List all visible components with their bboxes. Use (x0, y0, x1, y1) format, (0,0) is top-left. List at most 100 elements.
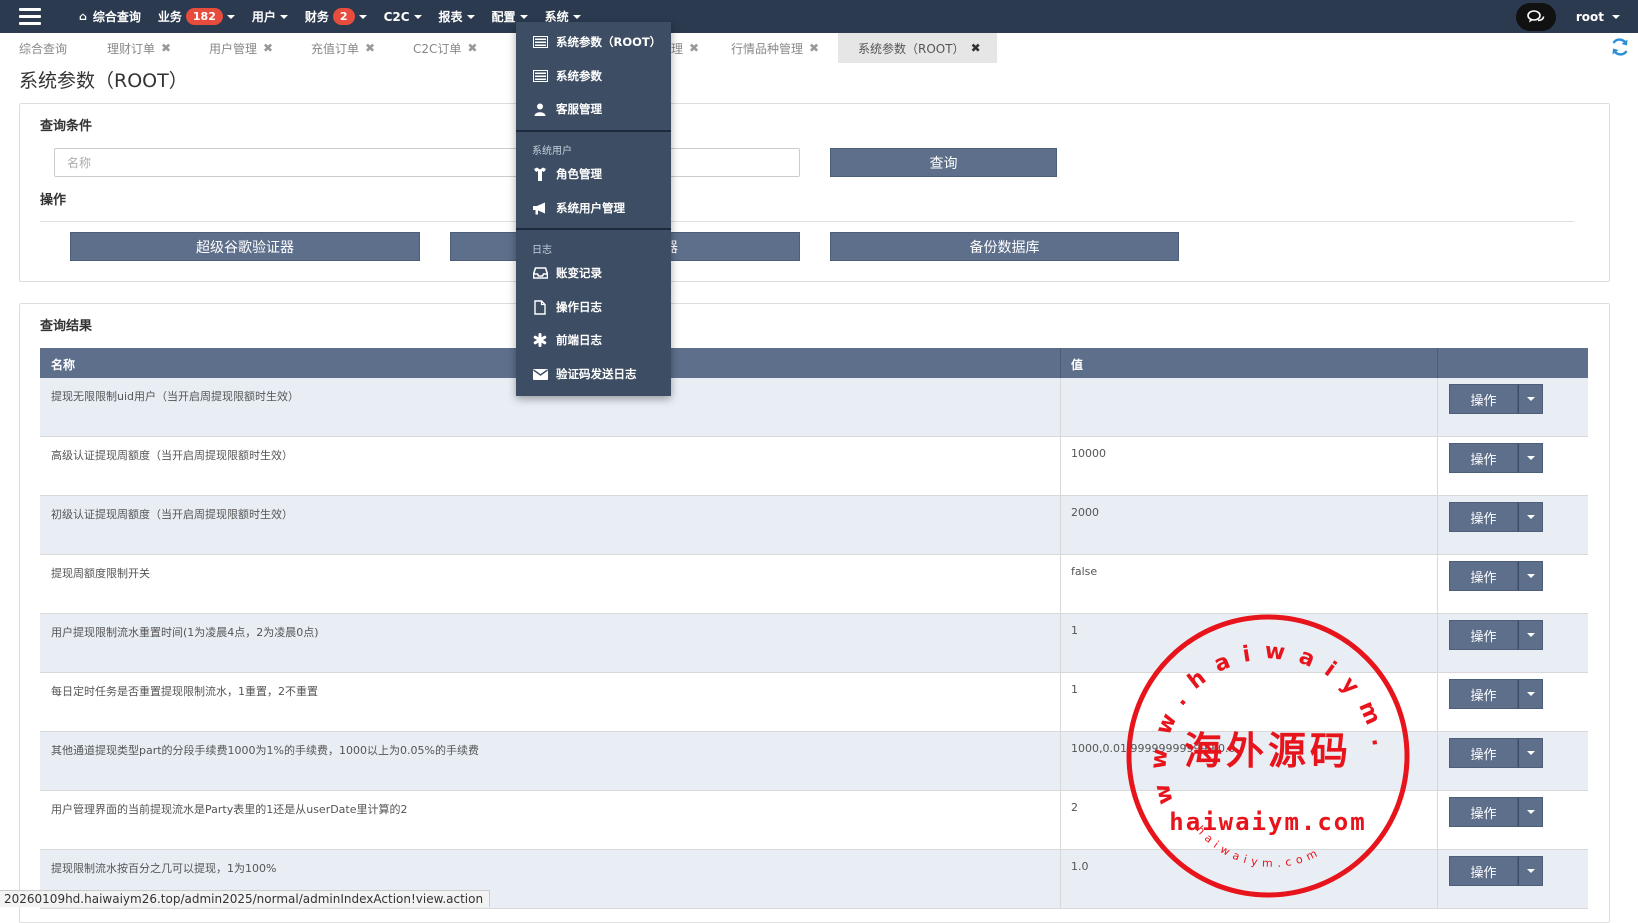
close-icon[interactable]: ✖ (161, 41, 171, 55)
menu-item-balance-changes[interactable]: 账变记录 (516, 258, 671, 288)
operation-button[interactable]: 操作 (1449, 502, 1518, 532)
page-title: 系统参数（ROOT） (19, 70, 188, 92)
param-value: 1 (1071, 624, 1078, 637)
chevron-down-icon (226, 14, 235, 19)
cell-divider (1437, 791, 1438, 850)
menu-item-customer-service[interactable]: 客服管理 (516, 94, 671, 124)
chevron-down-icon (1526, 692, 1535, 696)
operation-button[interactable]: 操作 (1449, 797, 1518, 827)
operation-dropdown-toggle[interactable] (1518, 384, 1543, 414)
backup-database-button[interactable]: 备份数据库 (830, 232, 1179, 261)
nav-item-users[interactable]: 用户 (252, 8, 288, 25)
tab-wealth-orders[interactable]: 理财订单 ✖ (107, 33, 171, 63)
hamburger-menu-icon[interactable] (19, 8, 41, 25)
operation-dropdown-toggle[interactable] (1518, 856, 1543, 886)
role-icon (532, 167, 548, 181)
cell-divider (1437, 732, 1438, 791)
operation-button[interactable]: 操作 (1449, 384, 1518, 414)
column-divider (1437, 348, 1438, 378)
param-value: 10000 (1071, 447, 1106, 460)
menu-item-verification-code-log[interactable]: 验证码发送日志 (516, 359, 671, 389)
nav-item-reports[interactable]: 报表 (439, 8, 475, 25)
table-row: 用户管理界面的当前提现流水是Party表里的1还是从userDate里计算的2 … (40, 791, 1588, 850)
close-icon[interactable]: ✖ (809, 41, 819, 55)
operation-button[interactable]: 操作 (1449, 561, 1518, 591)
refresh-icon[interactable] (1610, 37, 1630, 57)
cell-divider (1060, 378, 1061, 437)
close-icon[interactable]: ✖ (365, 41, 375, 55)
divider (40, 221, 1574, 222)
menu-item-system-params-root[interactable]: 系统参数（ROOT） (516, 27, 671, 57)
operation-split-button: 操作 (1449, 384, 1543, 414)
operation-dropdown-toggle[interactable] (1518, 561, 1543, 591)
nav-item-overview[interactable]: ⌂ 综合查询 (79, 8, 141, 25)
list-icon (532, 69, 548, 83)
menu-item-role-management[interactable]: 角色管理 (516, 159, 671, 189)
operation-button[interactable]: 操作 (1449, 856, 1518, 886)
menu-section-system-users: 系统用户 (532, 146, 572, 157)
operation-dropdown-toggle[interactable] (1518, 443, 1543, 473)
tab-c2c-orders[interactable]: C2C订单 ✖ (413, 33, 477, 63)
nav-item-finance[interactable]: 财务 2 (305, 8, 367, 25)
chevron-down-icon (466, 14, 475, 19)
nav-item-c2c[interactable]: C2C (384, 10, 422, 24)
cell-divider (1437, 673, 1438, 732)
cell-divider (1060, 673, 1061, 732)
operation-split-button: 操作 (1449, 443, 1543, 473)
table-body: 提现无限限制uid用户（当开启周提现限额时生效） 操作 高级认证提现周额度（当开… (40, 378, 1588, 909)
finance-count-badge: 2 (332, 8, 355, 25)
top-navbar: ⌂ 综合查询 业务 182 用户 财务 2 C2C 报表 配置 系统 root (0, 0, 1638, 33)
operation-button[interactable]: 操作 (1449, 738, 1518, 768)
cell-divider (1060, 555, 1061, 614)
close-icon[interactable]: ✖ (467, 41, 477, 55)
operation-split-button: 操作 (1449, 561, 1543, 591)
param-name: 其他通道提现类型part的分段手续费1000为1%的手续费，1000以上为0.0… (51, 744, 479, 757)
cell-divider (1060, 437, 1061, 496)
query-button[interactable]: 查询 (830, 148, 1057, 177)
user-menu[interactable]: root (1576, 10, 1620, 24)
operation-dropdown-toggle[interactable] (1518, 738, 1543, 768)
param-value: 2000 (1071, 506, 1099, 519)
file-icon (532, 299, 548, 315)
operation-dropdown-toggle[interactable] (1518, 620, 1543, 650)
param-name: 每日定时任务是否重置提现限制流水，1重置，2不重置 (51, 685, 318, 698)
operation-dropdown-toggle[interactable] (1518, 797, 1543, 827)
operation-dropdown-toggle[interactable] (1518, 502, 1543, 532)
operation-button[interactable]: 操作 (1449, 620, 1518, 650)
user-icon (532, 102, 548, 116)
tab-recharge-orders[interactable]: 充值订单 ✖ (311, 33, 375, 63)
menu-item-system-params[interactable]: 系统参数 (516, 61, 671, 91)
google-authenticator-button[interactable]: 超级谷歌验证器 (70, 232, 420, 261)
search-input[interactable] (54, 148, 800, 177)
asterisk-icon (532, 333, 548, 347)
close-icon[interactable]: ✖ (263, 41, 273, 55)
chat-button[interactable] (1515, 2, 1556, 31)
status-bar-url: 20260109hd.haiwaiym26.top/admin2025/norm… (0, 890, 491, 907)
close-icon[interactable]: ✖ (689, 41, 699, 55)
tab-partially-hidden[interactable]: 理 ✖ (671, 33, 699, 63)
operation-split-button: 操作 (1449, 797, 1543, 827)
menu-item-system-user-management[interactable]: 系统用户管理 (516, 193, 671, 223)
column-header-value: 值 (1071, 358, 1084, 372)
tab-overview[interactable]: 综合查询 (19, 33, 67, 63)
chevron-down-icon (279, 14, 288, 19)
tab-system-params-root[interactable]: 系统参数（ROOT） ✖ (838, 33, 997, 63)
navbar-right: root (1515, 0, 1638, 33)
tab-market-symbols[interactable]: 行情品种管理 ✖ (731, 33, 819, 63)
chevron-down-icon (572, 14, 581, 19)
table-row: 高级认证提现周额度（当开启周提现限额时生效） 10000 操作 (40, 437, 1588, 496)
tab-user-management[interactable]: 用户管理 ✖ (209, 33, 273, 63)
column-divider (1060, 348, 1061, 378)
menu-item-operation-log[interactable]: 操作日志 (516, 292, 671, 322)
close-icon[interactable]: ✖ (971, 41, 981, 55)
chevron-down-icon (1526, 397, 1535, 401)
chevron-down-icon (519, 14, 528, 19)
nav-item-business[interactable]: 业务 182 (158, 8, 235, 25)
operation-button[interactable]: 操作 (1449, 679, 1518, 709)
menu-item-frontend-log[interactable]: 前端日志 (516, 325, 671, 355)
operation-dropdown-toggle[interactable] (1518, 679, 1543, 709)
menu-section-logs: 日志 (532, 245, 552, 256)
megaphone-icon (532, 201, 548, 215)
operation-button[interactable]: 操作 (1449, 443, 1518, 473)
chevron-down-icon (1526, 515, 1535, 519)
